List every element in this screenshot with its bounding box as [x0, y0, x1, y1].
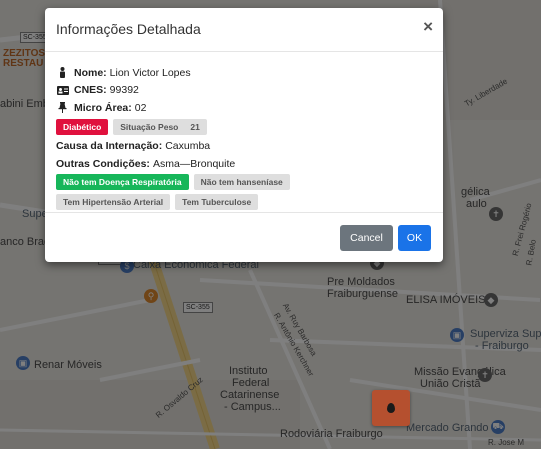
situacao-peso-label: Situação Peso — [120, 122, 179, 132]
nome-row: Nome: Lion Victor Lopes — [56, 64, 432, 82]
location-pin-icon — [387, 403, 395, 413]
cnes-value: 99392 — [109, 84, 139, 97]
causa-value: Caxumba — [165, 140, 211, 153]
person-icon — [56, 67, 69, 79]
modal-header: Informações Detalhada × — [45, 8, 443, 52]
outras-value: Asma—Bronquite — [152, 157, 236, 170]
situacao-peso-count: 21 — [190, 122, 200, 132]
cnes-row: CNES: 99392 — [56, 82, 432, 100]
outras-label: Outras Condições: — [56, 157, 150, 170]
tuberculose-badge: Tem Tuberculose — [175, 194, 259, 210]
situacao-peso-badge: Situação Peso 21 — [113, 119, 207, 135]
cnes-label: CNES: — [74, 84, 107, 97]
nome-label: Nome: — [74, 66, 107, 79]
map-marker[interactable] — [372, 390, 410, 426]
badge-group-conditions-1: Não tem Doença Respiratória Não tem hans… — [56, 173, 432, 192]
micro-area-label: Micro Área: — [74, 101, 132, 114]
cancel-button[interactable]: Cancel — [340, 225, 393, 251]
badge-group-top: Diabético Situação Peso 21 — [56, 118, 432, 137]
outras-row: Outras Condições: Asma—Bronquite — [56, 155, 432, 173]
id-card-icon — [56, 85, 69, 95]
hanseniase-badge: Não tem hanseníase — [193, 174, 290, 190]
nome-value: Lion Victor Lopes — [109, 66, 191, 79]
causa-row: Causa da Internação: Caxumba — [56, 138, 432, 156]
micro-area-value: 02 — [134, 101, 147, 114]
modal-footer: Cancel OK — [45, 212, 443, 263]
badge-group-conditions-2: Tem Hipertensão Arterial Tem Tuberculose — [56, 193, 432, 212]
diabetico-badge: Diabético — [56, 119, 109, 135]
thumbtack-icon — [56, 102, 69, 114]
causa-label: Causa da Internação: — [56, 140, 163, 153]
modal-title: Informações Detalhada — [56, 21, 201, 37]
details-modal: Informações Detalhada × Nome: Lion Victo… — [45, 8, 443, 262]
hipertensao-badge: Tem Hipertensão Arterial — [56, 194, 171, 210]
modal-body: Nome: Lion Victor Lopes CNES: 99392 Micr… — [56, 64, 432, 213]
micro-area-row: Micro Área: 02 — [56, 99, 432, 117]
ok-button[interactable]: OK — [398, 225, 431, 251]
close-button[interactable]: × — [423, 18, 433, 35]
respiratoria-badge: Não tem Doença Respiratória — [56, 174, 189, 190]
